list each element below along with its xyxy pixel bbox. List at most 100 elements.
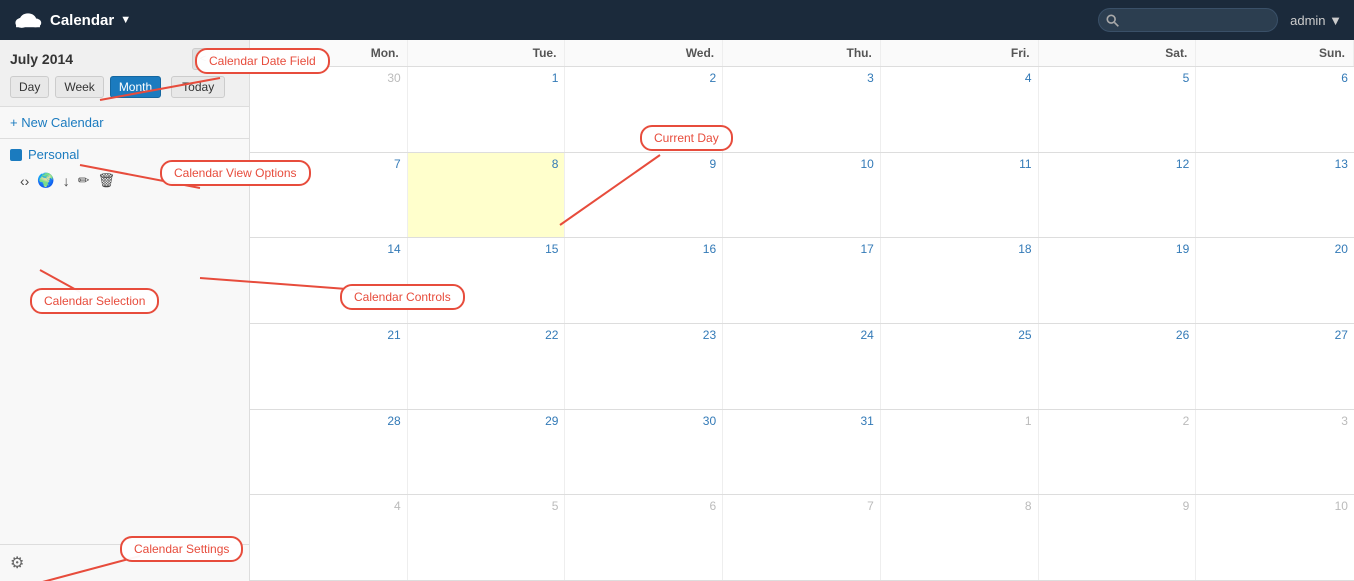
day-number: 7 [256, 157, 401, 171]
day-cell[interactable]: 19 [1039, 238, 1197, 323]
search-input[interactable] [1098, 8, 1278, 32]
day-number: 8 [887, 499, 1032, 513]
day-number: 21 [256, 328, 401, 342]
day-cell[interactable]: 10 [723, 153, 881, 238]
today-button[interactable]: Today [171, 76, 225, 98]
day-number: 13 [1202, 157, 1348, 171]
week-row: 28 29 30 31123 [250, 410, 1354, 496]
calendar-color [10, 149, 22, 161]
day-header-tue: Tue. [408, 40, 566, 66]
admin-menu[interactable]: admin ▼ [1290, 13, 1342, 28]
day-cell[interactable]: 22 [408, 324, 566, 409]
nav-btns: < > [192, 48, 239, 70]
day-cell[interactable]: 15 [408, 238, 566, 323]
prev-month-button[interactable]: < [192, 48, 214, 70]
day-number: 18 [887, 242, 1032, 256]
settings-icon[interactable]: ⚙ [10, 553, 24, 573]
day-number: 14 [256, 242, 401, 256]
day-cell[interactable]: 4 [250, 495, 408, 580]
day-header-mon: Mon. [250, 40, 408, 66]
month-view-button[interactable]: Month [110, 76, 161, 98]
day-cell[interactable]: 6 [565, 495, 723, 580]
day-number: 16 [571, 242, 716, 256]
day-cell[interactable]: 29 [408, 410, 566, 495]
day-number: 1 [414, 71, 559, 85]
week-row: 456789 10 [250, 495, 1354, 581]
day-number: 11 [887, 157, 1032, 171]
day-header-fri: Fri. [881, 40, 1039, 66]
day-cell[interactable]: 31 [723, 410, 881, 495]
globe-icon[interactable]: 🌍 [37, 172, 54, 189]
day-cell[interactable]: 4 [881, 67, 1039, 152]
day-number: 6 [571, 499, 716, 513]
day-cell[interactable]: 12 [1039, 153, 1197, 238]
day-cell[interactable]: 2 [565, 67, 723, 152]
day-cell[interactable]: 17 [723, 238, 881, 323]
day-cell[interactable]: 14 [250, 238, 408, 323]
day-cell[interactable]: 1 [881, 410, 1039, 495]
sidebar-header: July 2014 < > Day Week Month Today [0, 40, 249, 107]
day-cell[interactable]: 23 [565, 324, 723, 409]
day-number: 9 [571, 157, 716, 171]
new-calendar-button[interactable]: + New Calendar [0, 107, 249, 139]
day-cell[interactable]: 10 [1196, 495, 1354, 580]
day-cell[interactable]: 16 [565, 238, 723, 323]
day-cell[interactable]: 1 [408, 67, 566, 152]
view-buttons: Day Week Month Today [10, 76, 239, 98]
day-cell[interactable]: 24 [723, 324, 881, 409]
cloud-icon [12, 9, 44, 31]
edit-icon[interactable]: ✏ [78, 172, 90, 189]
day-cell[interactable]: 7 [723, 495, 881, 580]
day-cell[interactable]: 13 [1196, 153, 1354, 238]
calendar-name[interactable]: Personal [28, 147, 79, 162]
day-cell[interactable]: 8 [408, 153, 566, 238]
day-cell[interactable]: 30 [565, 410, 723, 495]
day-cell[interactable]: 11 [881, 153, 1039, 238]
day-number: 17 [729, 242, 874, 256]
day-cell[interactable]: 7 [250, 153, 408, 238]
day-number: 10 [1202, 499, 1348, 513]
day-cell[interactable]: 9 [1039, 495, 1197, 580]
brand-label: Calendar [50, 12, 114, 29]
week-row: 14 15 16 17 18 19 20 [250, 238, 1354, 324]
day-cell[interactable]: 27 [1196, 324, 1354, 409]
day-header-thu: Thu. [723, 40, 881, 66]
day-cell[interactable]: 3 [723, 67, 881, 152]
day-cell[interactable]: 6 [1196, 67, 1354, 152]
day-cell[interactable]: 5 [408, 495, 566, 580]
day-cell[interactable]: 30 [250, 67, 408, 152]
day-number: 7 [729, 499, 874, 513]
day-number: 3 [1202, 414, 1348, 428]
day-number: 10 [729, 157, 874, 171]
day-cell[interactable]: 8 [881, 495, 1039, 580]
brand-caret[interactable]: ▼ [120, 14, 131, 26]
download-icon[interactable]: ↓ [63, 173, 70, 189]
day-cell[interactable]: 25 [881, 324, 1039, 409]
navbar: Calendar ▼ admin ▼ [0, 0, 1354, 40]
day-cell[interactable]: 2 [1039, 410, 1197, 495]
day-number: 28 [256, 414, 401, 428]
week-row: 21 222324 25 2627 [250, 324, 1354, 410]
day-number: 30 [256, 71, 401, 85]
sidebar-footer: ⚙ [0, 544, 249, 581]
next-month-button[interactable]: > [217, 48, 239, 70]
day-cell[interactable]: 28 [250, 410, 408, 495]
day-cell[interactable]: 18 [881, 238, 1039, 323]
day-number: 20 [1202, 242, 1348, 256]
day-cell[interactable]: 20 [1196, 238, 1354, 323]
day-headers: Mon. Tue. Wed. Thu. Fri. Sat. Sun. [250, 40, 1354, 67]
day-cell[interactable]: 21 [250, 324, 408, 409]
day-cell[interactable]: 5 [1039, 67, 1197, 152]
day-number: 29 [414, 414, 559, 428]
day-cell[interactable]: 3 [1196, 410, 1354, 495]
day-number: 25 [887, 328, 1032, 342]
day-number: 30 [571, 414, 716, 428]
trash-icon[interactable]: 🗑 [98, 172, 116, 189]
day-cell[interactable]: 26 [1039, 324, 1197, 409]
week-view-button[interactable]: Week [55, 76, 103, 98]
day-number: 9 [1045, 499, 1190, 513]
day-header-wed: Wed. [565, 40, 723, 66]
day-view-button[interactable]: Day [10, 76, 49, 98]
day-cell[interactable]: 9 [565, 153, 723, 238]
share-icon[interactable]: ‹› [20, 173, 29, 189]
